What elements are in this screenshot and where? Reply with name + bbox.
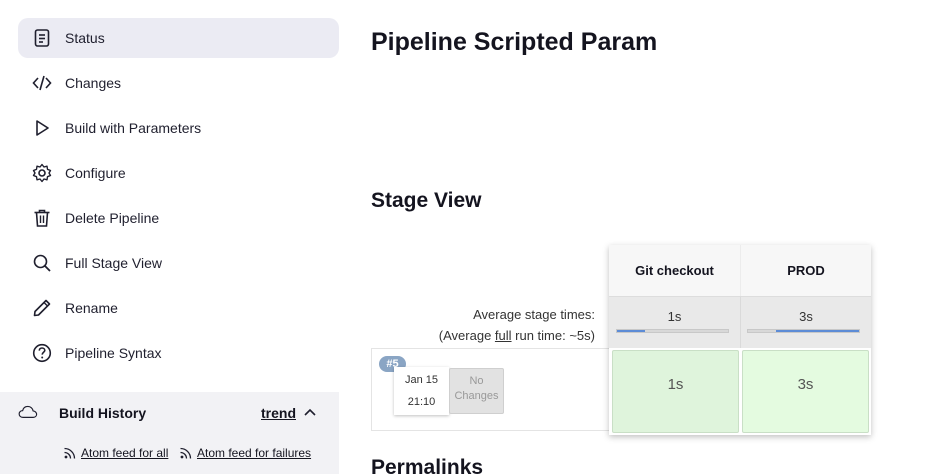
build-history-title: Build History (59, 405, 147, 421)
chevron-up-icon[interactable] (303, 405, 317, 419)
sidebar-item-pipeline-syntax[interactable]: Pipeline Syntax (18, 333, 339, 373)
stage-avg-prod: 3s (740, 296, 871, 348)
play-icon (32, 118, 52, 138)
sidebar-item-label: Rename (65, 300, 118, 316)
stage-avg-bar (616, 329, 729, 333)
average-stage-times: Average stage times: (Average full run t… (371, 296, 609, 348)
atom-feed-failures-label: Atom feed for failures (197, 446, 312, 460)
atom-feed-all-link[interactable]: Atom feed for all (63, 446, 168, 460)
build-time: 21:10 (407, 396, 436, 408)
trash-icon (32, 208, 52, 228)
search-icon (32, 253, 52, 273)
avg-full-prefix: (Average (438, 328, 495, 343)
stage-avg-time: 1s (667, 309, 682, 324)
build-history-header: Build History trend (0, 392, 339, 435)
trend-link[interactable]: trend (261, 405, 296, 421)
sidebar-item-label: Changes (65, 75, 122, 91)
sidebar-item-full-stage-view[interactable]: Full Stage View (18, 243, 339, 283)
stage-cell-prod[interactable]: 3s (742, 350, 869, 433)
stage-view-title: Stage View (371, 189, 482, 212)
rss-icon (179, 446, 193, 460)
stage-cell-git-checkout[interactable]: 1s (612, 350, 739, 433)
sidebar-item-label: Configure (65, 165, 126, 181)
stage-avg-bar (747, 329, 860, 333)
sidebar-item-label: Pipeline Syntax (65, 345, 162, 361)
avg-stage-times-label: Average stage times: (473, 307, 595, 322)
stage-avg-bar-fill (775, 330, 859, 332)
sidebar-item-delete-pipeline[interactable]: Delete Pipeline (18, 198, 339, 238)
page-title: Pipeline Scripted Param (371, 28, 658, 56)
stage-avg-bar-fill (617, 330, 645, 332)
permalinks-title: Permalinks (371, 456, 484, 474)
document-icon (32, 28, 52, 48)
stage-header-prod: PROD (740, 245, 871, 296)
avg-full-word: full (494, 328, 512, 343)
avg-full-suffix: run time: ~5s) (511, 328, 595, 343)
stage-avg-time: 3s (799, 309, 813, 324)
rss-icon (63, 446, 77, 460)
sidebar-item-label: Status (65, 30, 105, 46)
gear-icon (32, 163, 52, 183)
no-changes-line2: Changes (454, 390, 499, 402)
pencil-icon (32, 298, 52, 318)
sidebar-item-rename[interactable]: Rename (18, 288, 339, 328)
sidebar-item-configure[interactable]: Configure (18, 153, 339, 193)
help-icon (32, 343, 52, 363)
sidebar-item-status[interactable]: Status (18, 18, 339, 58)
sidebar-item-changes[interactable]: Changes (18, 63, 339, 103)
no-changes-line1: No (469, 375, 484, 387)
cloud-icon (18, 402, 44, 424)
no-changes-box[interactable]: No Changes (449, 368, 504, 414)
build-date: Jan 15 (404, 374, 439, 386)
avg-full-run-time: (Average full run time: ~5s) (439, 328, 595, 343)
atom-feed-failures-link[interactable]: Atom feed for failures (179, 446, 311, 460)
stage-view-table: Git checkout PROD 1s 3s 1s 3s (609, 245, 871, 435)
build-date-card: Jan 15 21:10 (394, 367, 449, 415)
build-history-feeds: Atom feed for all Atom feed for failures (0, 435, 339, 474)
sidebar-item-build-with-parameters[interactable]: Build with Parameters (18, 108, 339, 148)
stage-header-git-checkout: Git checkout (609, 245, 740, 296)
atom-feed-all-label: Atom feed for all (81, 446, 169, 460)
sidebar-item-label: Full Stage View (65, 255, 163, 271)
sidebar-item-label: Delete Pipeline (65, 210, 160, 226)
sidebar-item-label: Build with Parameters (65, 120, 202, 136)
stage-avg-git-checkout: 1s (609, 296, 740, 348)
sidebar: Status Changes Build with Parameters Con… (0, 0, 350, 474)
code-icon (32, 73, 52, 93)
